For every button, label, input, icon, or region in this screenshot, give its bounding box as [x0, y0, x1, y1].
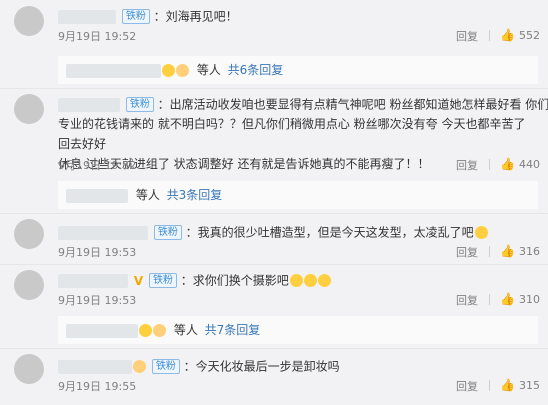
comment-date: 9月19日 19:53 [58, 294, 137, 307]
emoji-icon [317, 274, 331, 287]
sub-reply-users [66, 188, 128, 203]
more-replies-link[interactable]: 共7条回复 [205, 323, 261, 337]
divider [489, 294, 490, 305]
emoji-icon [153, 324, 166, 337]
sub-replies[interactable]: 等人 共7条回复 [58, 316, 538, 344]
more-replies-link[interactable]: 共6条回复 [228, 63, 284, 77]
comment-text: ：出席活动收发咱也要显得有点精气神呢吧 粉丝都知道她怎样最好看 你们都是 [157, 97, 548, 112]
sub-reply-users [66, 323, 138, 338]
sub-replies[interactable]: 等人 共6条回复 [58, 56, 538, 84]
reply-button[interactable]: 回复 [456, 28, 478, 44]
divider [489, 30, 490, 41]
comment-header: V 铁粉 ：求你们换个摄影吧 [58, 272, 331, 289]
like-button[interactable]: 👍 310 [500, 292, 540, 306]
avatar[interactable] [14, 354, 44, 384]
like-count: 316 [519, 245, 540, 258]
fan-badge[interactable]: 铁粉 [151, 359, 180, 374]
sub-reply-etc: 等人 [196, 63, 221, 77]
comment-text-line: 专业的花钱请来的 就不明白吗？？但凡你们稍微用点心 粉丝哪次没有夸 今天也都辛苦… [58, 117, 526, 151]
like-button[interactable]: 👍 552 [500, 28, 540, 42]
comment-header: 铁粉 ：今天化妆最后一步是卸妆吗 [58, 358, 340, 375]
comment-header: 铁粉 ：我真的很少吐槽造型，但是今天这发型，太凌乱了吧 [58, 224, 488, 241]
divider [489, 380, 490, 391]
comment-meta: 9月19日 19:53 回复 👍 310 [58, 292, 540, 308]
comment-header: 铁粉 ：出席活动收发咱也要显得有点精气神呢吧 粉丝都知道她怎样最好看 你们都是 [58, 96, 548, 113]
divider [0, 348, 548, 349]
thumbs-up-icon: 👍 [500, 378, 515, 392]
username[interactable] [58, 273, 128, 288]
username[interactable] [58, 97, 120, 112]
comment-meta: 9月19日 19:55 回复 👍 315 [58, 378, 540, 394]
emoji-icon [289, 274, 303, 287]
sub-reply-etc: 等人 [173, 323, 198, 337]
emoji-icon [139, 324, 152, 337]
vip-icon: V [133, 273, 144, 288]
divider [489, 246, 490, 257]
sub-replies[interactable]: 等人 共3条回复 [58, 181, 538, 209]
comment-meta: 9月19日 19:53 回复 👍 316 [58, 244, 540, 260]
like-count: 315 [519, 379, 540, 392]
reply-button[interactable]: 回复 [456, 157, 478, 173]
divider [0, 264, 548, 265]
comment-text: ：我真的很少吐槽造型，但是今天这发型，太凌乱了吧 [185, 225, 474, 240]
emoji-icon [303, 274, 317, 287]
avatar[interactable] [14, 270, 44, 300]
more-replies-link[interactable]: 共3条回复 [167, 188, 223, 202]
like-count: 440 [519, 158, 540, 171]
comment-header: 铁粉 ：刘海再见吧！ [58, 8, 238, 25]
avatar[interactable] [14, 6, 44, 36]
avatar[interactable] [14, 94, 44, 124]
comment-text: ：刘海再见吧！ [153, 9, 238, 24]
reply-button[interactable]: 回复 [456, 244, 478, 260]
sub-reply-users [66, 63, 161, 78]
comment-meta: 9月19日 19:52 回复 👍 552 [58, 28, 540, 44]
comment-date: 9月19日 19:52 [58, 159, 137, 172]
emoji-icon [133, 360, 146, 373]
like-count: 310 [519, 293, 540, 306]
divider [0, 88, 548, 89]
like-button[interactable]: 👍 316 [500, 244, 540, 258]
thumbs-up-icon: 👍 [500, 157, 515, 171]
comment-text: ：今天化妆最后一步是卸妆吗 [183, 359, 340, 374]
fan-badge[interactable]: 铁粉 [153, 225, 182, 240]
thumbs-up-icon: 👍 [500, 244, 515, 258]
divider [489, 159, 490, 170]
like-count: 552 [519, 29, 540, 42]
like-button[interactable]: 👍 440 [500, 157, 540, 171]
emoji-icon [176, 64, 189, 77]
comment-meta: 9月19日 19:52 回复 👍 440 [58, 157, 540, 173]
username[interactable] [58, 9, 116, 24]
fan-badge[interactable]: 铁粉 [125, 97, 154, 112]
username[interactable] [58, 359, 132, 374]
divider [0, 213, 548, 214]
sub-reply-etc: 等人 [135, 188, 160, 202]
comment-feed: 铁粉 ：刘海再见吧！ 9月19日 19:52 回复 👍 552 等人 共6条回复 … [0, 0, 548, 405]
comment-date: 9月19日 19:55 [58, 380, 137, 393]
like-button[interactable]: 👍 315 [500, 378, 540, 392]
comment-date: 9月19日 19:52 [58, 30, 137, 43]
thumbs-up-icon: 👍 [500, 292, 515, 306]
emoji-icon [474, 226, 488, 239]
comment-date: 9月19日 19:53 [58, 246, 137, 259]
comment-text: ：求你们换个摄影吧 [180, 273, 289, 288]
thumbs-up-icon: 👍 [500, 28, 515, 42]
reply-button[interactable]: 回复 [456, 378, 478, 394]
fan-badge[interactable]: 铁粉 [121, 9, 150, 24]
reply-button[interactable]: 回复 [456, 292, 478, 308]
fan-badge[interactable]: 铁粉 [148, 273, 177, 288]
emoji-icon [162, 64, 175, 77]
username[interactable] [58, 225, 148, 240]
avatar[interactable] [14, 219, 44, 249]
